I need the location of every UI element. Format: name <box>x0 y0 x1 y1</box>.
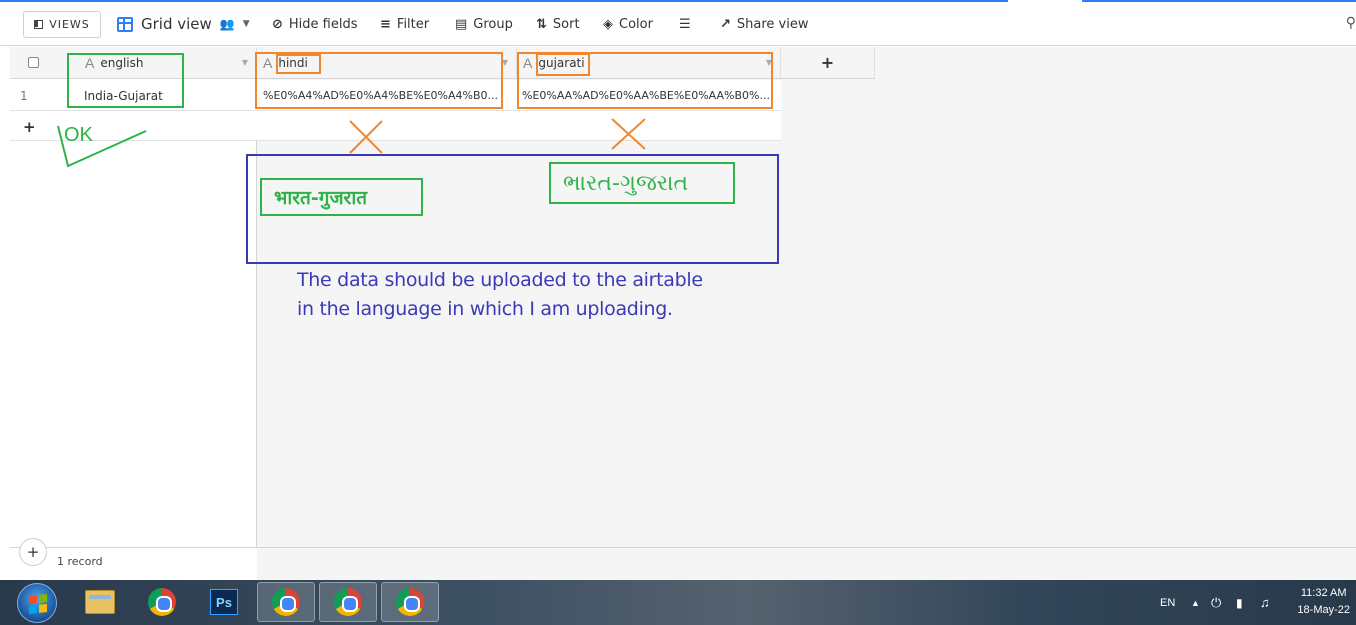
clock-date: 18-May-22 <box>1297 604 1350 616</box>
folder-icon <box>85 590 115 614</box>
taskbar-chrome[interactable] <box>133 582 191 622</box>
windows-logo-icon <box>29 594 47 614</box>
chrome-icon <box>396 588 424 616</box>
taskbar-photoshop[interactable]: Ps <box>195 582 253 622</box>
os-taskbar: Ps EN ▲ ⏻ ▮ ♫ 11:32 AM 18-May-22 <box>0 580 1356 625</box>
taskbar-chrome-profile-2[interactable] <box>319 582 377 622</box>
show-hidden-icons[interactable]: ▲ <box>1191 580 1200 625</box>
annotation-gujarati-expected: ભારત-ગુજરાત <box>563 170 689 196</box>
power-icon[interactable]: ⏻ <box>1211 580 1221 625</box>
chrome-icon <box>272 588 300 616</box>
annotation-strokes <box>57 118 646 168</box>
taskbar-explorer[interactable] <box>71 582 129 622</box>
annotation-ok-text: OK <box>64 124 93 146</box>
taskbar-chrome-profile-3[interactable] <box>381 582 439 622</box>
network-icon[interactable]: ▮ <box>1236 580 1243 625</box>
chrome-icon <box>334 588 362 616</box>
clock-time: 11:32 AM <box>1300 587 1347 599</box>
taskbar-chrome-profile-1[interactable] <box>257 582 315 622</box>
annotation-hindi-expected-box: भारत-गुजरात <box>260 178 423 216</box>
annotation-message-line2: in the language in which I am uploading. <box>297 298 673 320</box>
annotation-gujarati-expected-box: ભારત-ગુજરાત <box>549 162 735 204</box>
chrome-icon <box>148 588 176 616</box>
volume-icon[interactable]: ♫ <box>1260 580 1270 625</box>
annotation-message-line1: The data should be uploaded to the airta… <box>297 269 703 291</box>
language-indicator[interactable]: EN <box>1160 580 1175 625</box>
photoshop-icon: Ps <box>210 589 238 615</box>
system-clock[interactable]: 11:32 AM 18-May-22 <box>1297 585 1350 619</box>
start-button[interactable] <box>17 583 57 623</box>
annotation-hindi-expected: भारत-गुजरात <box>274 187 368 209</box>
